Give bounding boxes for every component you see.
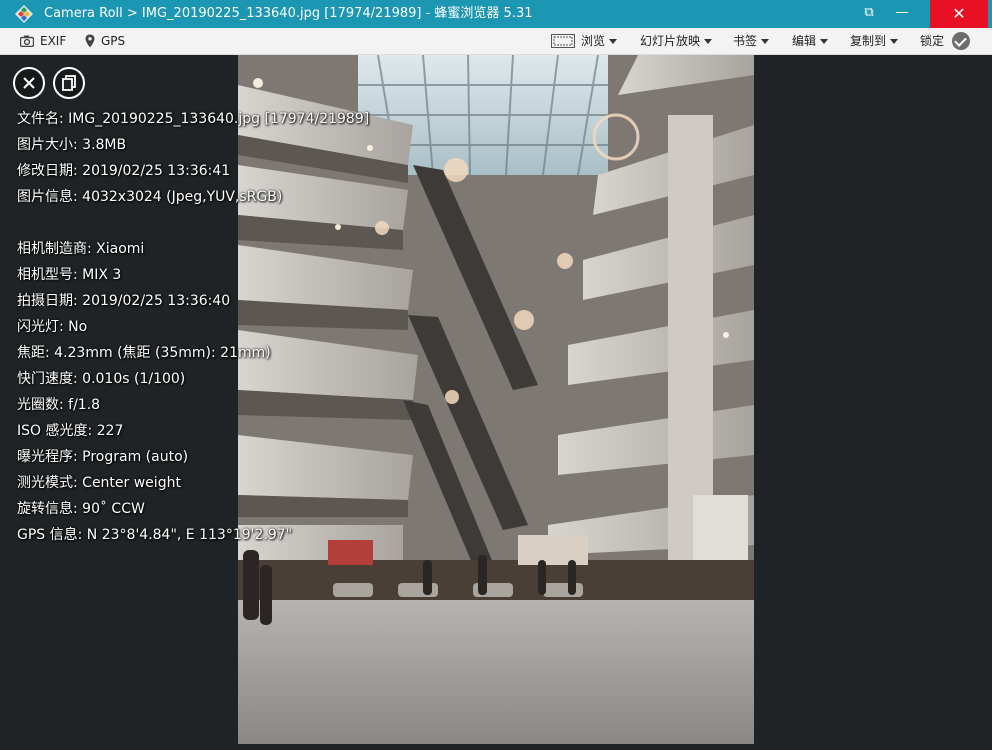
info-filename: 文件名: IMG_20190225_133640.jpg [17974/2198… [17,111,370,127]
copy-icon [62,75,76,91]
lock-toggle[interactable]: 锁定 [920,28,971,54]
image-viewer[interactable]: 文件名: IMG_20190225_133640.jpg [17974/2198… [7,55,985,744]
info-image-info: 图片信息: 4032x3024 (Jpeg,YUV,sRGB) [17,189,283,205]
info-size: 图片大小: 3.8MB [17,137,127,153]
copy-to-menu[interactable]: 复制到 [850,28,899,54]
info-shutter: 快门速度: 0.010s (1/100) [17,371,186,387]
chevron-down-icon [609,38,618,44]
close-overlay-button[interactable] [13,67,45,99]
copy-info-button[interactable] [53,67,85,99]
toolbar: EXIF GPS 浏览 幻灯片放映 书签 编辑 复制到 锁定 [0,28,992,55]
chevron-down-icon [890,38,899,44]
slideshow-label: 幻灯片放映 [640,34,701,48]
info-aperture: 光圈数: f/1.8 [17,397,101,413]
exif-label: EXIF [40,34,67,48]
info-metering: 测光模式: Center weight [17,475,181,491]
exif-info-panel: 文件名: IMG_20190225_133640.jpg [17974/2198… [17,106,369,548]
bookmark-label: 书签 [733,34,758,48]
info-flash: 闪光灯: No [17,319,88,335]
close-icon [23,77,35,89]
bookmark-menu[interactable]: 书签 [733,28,770,54]
info-rotation: 旋转信息: 90˚ CCW [17,501,145,517]
browse-menu[interactable]: 浏览 [551,28,618,54]
info-modified: 修改日期: 2019/02/25 13:36:41 [17,163,231,179]
location-pin-icon [85,34,95,48]
info-iso: ISO 感光度: 227 [17,423,124,439]
window-title: Camera Roll > IMG_20190225_133640.jpg [1… [44,6,533,21]
lock-label: 锁定 [920,34,945,48]
minimize-button[interactable]: — [888,0,916,28]
camera-icon [20,35,34,47]
title-bar: Camera Roll > IMG_20190225_133640.jpg [1… [0,0,992,28]
slideshow-menu[interactable]: 幻灯片放映 [640,28,713,54]
gps-button[interactable]: GPS [85,28,125,54]
edit-menu[interactable]: 编辑 [792,28,829,54]
close-window-button[interactable]: ✕ [930,0,988,28]
info-model: 相机型号: MIX 3 [17,267,122,283]
info-gps: GPS 信息: N 23°8'4.84", E 113°19'2.97" [17,527,293,543]
frame-icon [551,34,575,48]
copy-to-label: 复制到 [850,34,887,48]
check-badge-icon [952,32,971,50]
gps-label: GPS [101,34,126,48]
restore-button[interactable]: ⧉ [858,0,880,28]
info-exposure-program: 曝光程序: Program (auto) [17,449,189,465]
chevron-down-icon [761,38,770,44]
info-focal: 焦距: 4.23mm (焦距 (35mm): 21mm) [17,345,271,361]
chevron-down-icon [820,38,829,44]
app-logo-icon [15,5,33,23]
edit-label: 编辑 [792,34,817,48]
chevron-down-icon [704,38,713,44]
info-maker: 相机制造商: Xiaomi [17,241,145,257]
exif-button[interactable]: EXIF [20,28,66,54]
info-taken: 拍摄日期: 2019/02/25 13:36:40 [17,293,231,309]
browse-label: 浏览 [581,34,606,48]
